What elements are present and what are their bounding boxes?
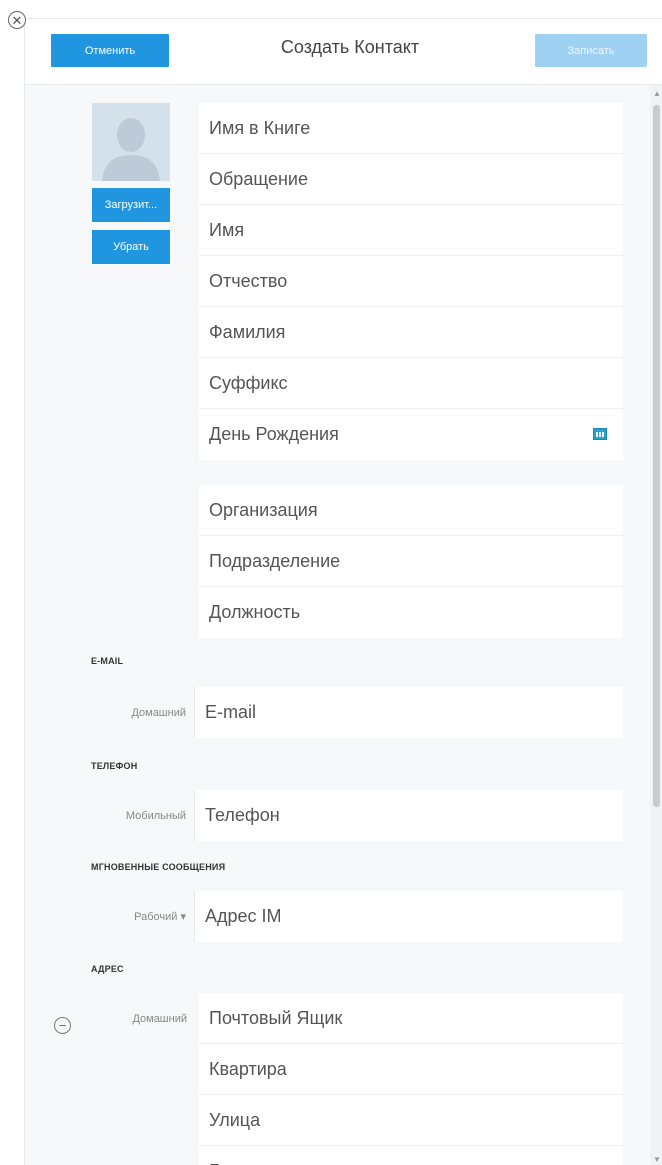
contact-photo [92, 103, 170, 181]
birthday-label: День Рождения [209, 424, 339, 444]
first-name-field[interactable]: Имя [199, 205, 623, 256]
address-section-label: АДРЕС [91, 964, 124, 974]
org-fields-panel: Организация Подразделение Должность [199, 485, 623, 638]
organization-field[interactable]: Организация [199, 485, 623, 536]
job-title-field[interactable]: Должность [199, 587, 623, 638]
email-row: Домашний E-mail [91, 687, 623, 738]
address-type-label[interactable]: Домашний [91, 1013, 195, 1025]
dialog-title: Создать Контакт [280, 37, 420, 57]
im-type-dropdown[interactable]: Рабочий ▾ [91, 891, 195, 942]
create-contact-dialog: Отменить Создать Контакт Записать Загруз… [24, 18, 662, 1165]
city-field[interactable]: Город [199, 1146, 623, 1165]
close-dialog-icon[interactable]: ✕ [8, 11, 26, 29]
phone-row: Мобильный Телефон [91, 790, 623, 841]
phone-section-label: ТЕЛЕФОН [91, 761, 138, 771]
phone-type-label[interactable]: Мобильный [91, 790, 195, 841]
department-field[interactable]: Подразделение [199, 536, 623, 587]
person-silhouette-icon [92, 103, 170, 181]
po-box-field[interactable]: Почтовый Ящик [199, 993, 623, 1044]
dialog-header: Отменить Создать Контакт Записать [25, 19, 662, 85]
vertical-scrollbar[interactable]: ▲ ▼ [650, 85, 662, 1165]
calendar-icon[interactable] [593, 428, 607, 440]
im-section-label: МГНОВЕННЫЕ СООБЩЕНИЯ [91, 862, 226, 872]
upload-photo-button[interactable]: Загрузит... [92, 188, 170, 222]
save-button[interactable]: Записать [535, 34, 647, 67]
prefix-field[interactable]: Обращение [199, 154, 623, 205]
im-input[interactable]: Адрес IM [195, 891, 623, 942]
display-name-field[interactable]: Имя в Книге [199, 103, 623, 154]
email-input[interactable]: E-mail [195, 687, 623, 738]
scroll-down-arrow-icon[interactable]: ▼ [653, 1155, 661, 1164]
remove-photo-button[interactable]: Убрать [92, 230, 170, 264]
phone-input[interactable]: Телефон [195, 790, 623, 841]
suffix-field[interactable]: Суффикс [199, 358, 623, 409]
last-name-field[interactable]: Фамилия [199, 307, 623, 358]
street-field[interactable]: Улица [199, 1095, 623, 1146]
address-fields-panel: Почтовый Ящик Квартира Улица Город [199, 993, 623, 1165]
apartment-field[interactable]: Квартира [199, 1044, 623, 1095]
remove-address-icon[interactable]: − [54, 1017, 71, 1034]
middle-name-field[interactable]: Отчество [199, 256, 623, 307]
scrollbar-thumb[interactable] [653, 105, 660, 807]
email-type-label[interactable]: Домашний [91, 687, 195, 738]
birthday-field[interactable]: День Рождения [199, 409, 623, 460]
scroll-up-arrow-icon[interactable]: ▲ [653, 89, 661, 98]
cancel-button[interactable]: Отменить [51, 34, 169, 67]
email-section-label: E-MAIL [91, 656, 124, 666]
im-row: Рабочий ▾ Адрес IM [91, 891, 623, 942]
name-fields-panel: Имя в Книге Обращение Имя Отчество Фамил… [199, 103, 623, 460]
